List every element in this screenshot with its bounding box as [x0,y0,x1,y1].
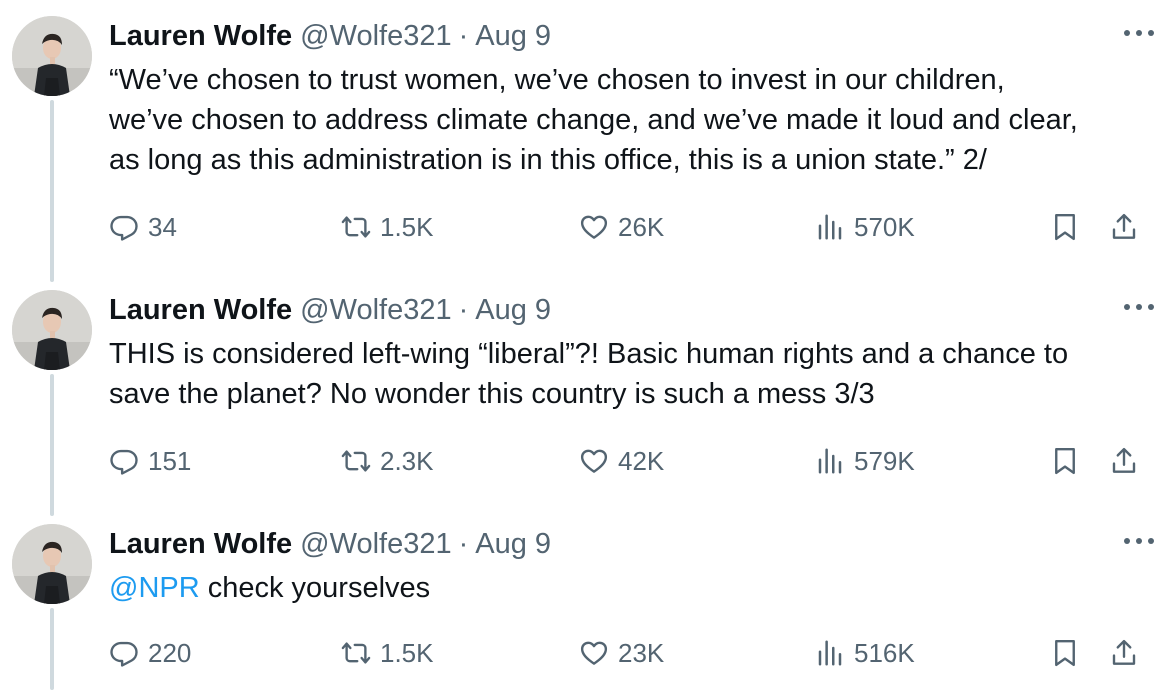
views-button[interactable]: 516K [815,633,915,673]
bookmark-icon [1055,639,1075,667]
view-count: 579K [854,445,915,476]
views-icon [818,214,842,240]
author-name[interactable]: Lauren Wolfe [109,294,292,327]
tweet-date[interactable]: Aug 9 [475,20,551,53]
author-name[interactable]: Lauren Wolfe [109,528,292,561]
avatar-image [12,16,92,96]
author-handle[interactable]: @Wolfe321 [300,528,451,561]
retweet-icon [341,450,371,472]
views-button[interactable]: 570K [815,207,915,247]
bookmark-button[interactable] [1050,441,1080,481]
avatar-image [12,290,92,370]
tweet-text: “We’ve chosen to trust women, we’ve chos… [109,64,1078,176]
like-count: 26K [618,211,665,242]
avatar[interactable] [12,290,92,370]
views-icon [818,640,842,666]
reply-button[interactable]: 151 [109,441,191,481]
action-bar: 34 1.5K 26K 570K [0,207,1172,247]
separator: · [458,19,469,52]
tweet-text-body: check yourselves [199,572,431,604]
tweet[interactable]: Lauren Wolfe @Wolfe321 · Aug 9 “We’ve ch… [0,16,1172,266]
separator: · [458,527,469,560]
tweet[interactable]: Lauren Wolfe @Wolfe321 · Aug 9 @NPR chec… [0,524,1172,690]
share-icon [1112,213,1136,239]
tweet[interactable]: Lauren Wolfe @Wolfe321 · Aug 9 THIS is c… [0,290,1172,500]
avatar-image [12,524,92,604]
retweet-count: 2.3K [380,445,434,476]
action-bar: 220 1.5K 23K 516K [0,633,1172,673]
like-count: 42K [618,445,665,476]
tweet-header: Lauren Wolfe @Wolfe321 · Aug 9 [109,524,551,564]
retweet-button[interactable]: 1.5K [341,633,434,673]
more-icon[interactable] [1124,536,1154,546]
view-count: 516K [854,637,915,668]
like-button[interactable]: 23K [579,633,664,673]
avatar[interactable] [12,524,92,604]
reply-button[interactable]: 34 [109,207,177,247]
bookmark-icon [1055,447,1075,475]
reply-count: 220 [148,637,192,668]
views-icon [818,448,842,474]
reply-icon [110,641,138,667]
share-button[interactable] [1109,207,1139,247]
more-icon[interactable] [1124,28,1154,38]
reply-icon [110,449,138,475]
separator: · [458,293,469,326]
share-button[interactable] [1109,633,1139,673]
retweet-count: 1.5K [380,211,434,242]
like-icon [580,215,608,239]
tweet-text: @NPR check yourselves [109,568,1159,608]
avatar[interactable] [12,16,92,96]
like-icon [580,641,608,665]
tweet-date[interactable]: Aug 9 [475,528,551,561]
reply-icon [110,215,138,241]
views-button[interactable]: 579K [815,441,915,481]
mention-link[interactable]: @NPR [109,572,200,604]
like-button[interactable]: 42K [579,441,664,481]
tweet-date[interactable]: Aug 9 [475,294,551,327]
tweet-text: THIS is considered left-wing “liberal”?!… [109,338,1069,410]
author-name[interactable]: Lauren Wolfe [109,20,292,53]
like-icon [580,449,608,473]
share-button[interactable] [1109,441,1139,481]
reply-button[interactable]: 220 [109,633,191,673]
share-icon [1112,447,1136,473]
retweet-count: 1.5K [380,637,434,668]
more-icon[interactable] [1124,302,1154,312]
tweet-header: Lauren Wolfe @Wolfe321 · Aug 9 [109,290,551,330]
share-icon [1112,639,1136,665]
like-button[interactable]: 26K [579,207,664,247]
reply-count: 151 [148,445,192,476]
author-handle[interactable]: @Wolfe321 [300,294,451,327]
retweet-button[interactable]: 2.3K [341,441,434,481]
bookmark-button[interactable] [1050,633,1080,673]
view-count: 570K [854,211,915,242]
like-count: 23K [618,637,665,668]
author-handle[interactable]: @Wolfe321 [300,20,451,53]
action-bar: 151 2.3K 42K 579K [0,441,1172,481]
bookmark-icon [1055,213,1075,241]
retweet-button[interactable]: 1.5K [341,207,434,247]
retweet-icon [341,216,371,238]
reply-count: 34 [148,211,177,242]
tweet-header: Lauren Wolfe @Wolfe321 · Aug 9 [109,16,551,56]
retweet-icon [341,642,371,664]
bookmark-button[interactable] [1050,207,1080,247]
